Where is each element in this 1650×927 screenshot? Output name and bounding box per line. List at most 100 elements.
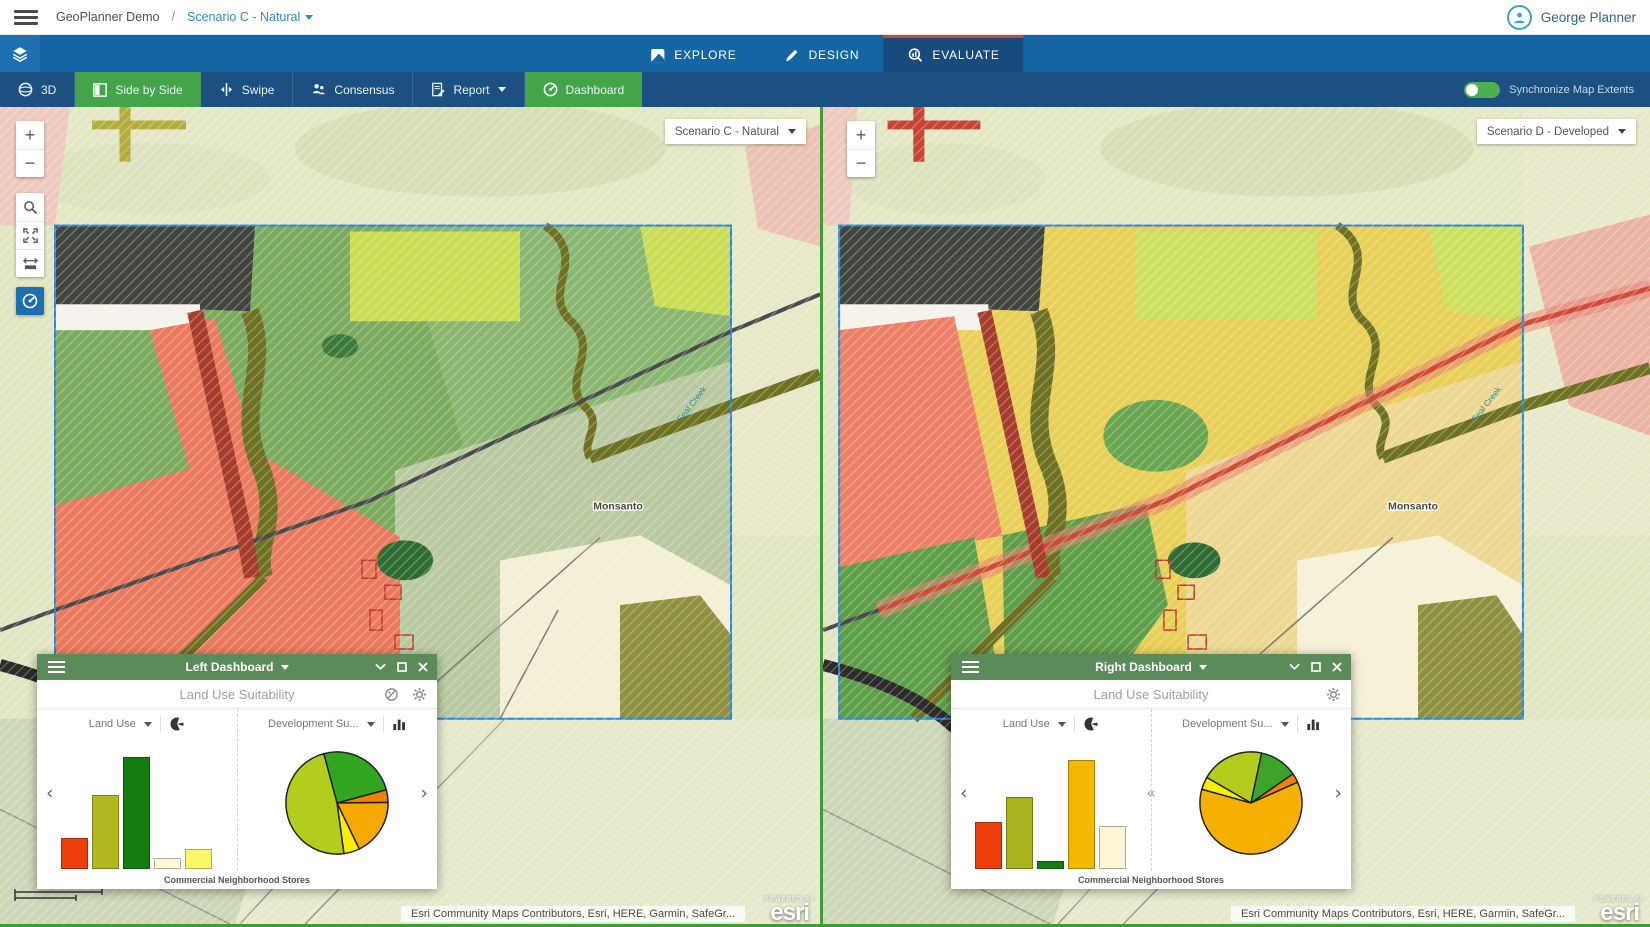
left-scenario-selector[interactable]: Scenario C - Natural	[665, 119, 806, 144]
left-zoom-controls: + −	[16, 121, 44, 177]
tab-evaluate-label: EVALUATE	[932, 48, 999, 62]
esri-wordmark: esri	[1594, 903, 1645, 923]
left-dashboard-panel: Left Dashboard Land Use Suitability	[37, 654, 437, 889]
3d-button[interactable]: 3D	[0, 72, 75, 107]
collapse-icon[interactable]	[1289, 663, 1300, 671]
dashboard-subtitle-row: Land Use Suitability	[37, 680, 437, 709]
search-button[interactable]	[16, 193, 44, 221]
bar-chart-icon[interactable]	[1306, 717, 1321, 731]
chevron-down-icon	[498, 87, 506, 92]
maximize-icon[interactable]	[1311, 662, 1321, 672]
dashboard-menu-icon[interactable]	[962, 661, 979, 673]
bar-chart-icon[interactable]	[392, 717, 407, 731]
place-label: Monsanto	[593, 502, 643, 513]
chevron-down-icon	[788, 129, 796, 134]
app-title: GeoPlanner Demo	[56, 10, 160, 24]
zoom-out-button[interactable]: −	[847, 149, 875, 177]
carousel-prev-button[interactable]: ‹	[46, 782, 54, 804]
bar-segment	[154, 858, 181, 869]
development-su-dropdown[interactable]: Development Su...	[1182, 718, 1273, 730]
zoom-in-button[interactable]: +	[16, 121, 44, 149]
right-bar-chart	[975, 757, 1126, 869]
pie-chart-icon[interactable]	[169, 716, 185, 732]
close-icon[interactable]	[418, 662, 428, 672]
dashboard-caption: Commercial Neighborhood Stores	[37, 875, 437, 885]
user-menu[interactable]: George Planner	[1507, 5, 1636, 30]
dashboard-caption: Commercial Neighborhood Stores	[951, 875, 1351, 885]
right-pie-chart	[1196, 748, 1306, 863]
dashboard-tool-button-active[interactable]	[16, 287, 44, 315]
swipe-label: Swipe	[242, 83, 275, 97]
carousel-page-indicator[interactable]: «	[1146, 784, 1155, 802]
dashboard-button[interactable]: Dashboard	[525, 72, 643, 107]
left-map-tools	[16, 193, 44, 277]
land-use-dropdown[interactable]: Land Use	[89, 718, 136, 730]
esri-wordmark: esri	[764, 903, 815, 923]
tab-evaluate[interactable]: EVALUATE	[883, 35, 1023, 72]
gear-icon[interactable]	[412, 687, 427, 702]
right-dashboard-panel: Right Dashboard Land Use Suitability	[951, 654, 1351, 889]
dashboard-menu-icon[interactable]	[48, 661, 65, 673]
left-pie-chart	[282, 748, 392, 863]
side-by-side-button[interactable]: Side by Side	[75, 72, 200, 107]
land-use-dropdown[interactable]: Land Use	[1003, 718, 1050, 730]
measure-icon	[23, 256, 38, 271]
main-menu-icon[interactable]	[14, 10, 38, 25]
left-attribution: Esri Community Maps Contributors, Esri, …	[401, 906, 745, 922]
tab-explore[interactable]: EXPLORE	[626, 35, 760, 72]
esri-logo: POWERED BY esri	[1594, 897, 1645, 923]
development-suitability-card: Development Su...	[1151, 709, 1352, 871]
report-label: Report	[453, 83, 489, 97]
chevron-down-icon	[1618, 129, 1626, 134]
development-su-dropdown[interactable]: Development Su...	[268, 718, 359, 730]
evaluate-toolbar: 3D Side by Side Swipe Consensus Report D…	[0, 72, 1650, 107]
side-by-side-maps: Monsanto Seal Creek + − Scenario C - Nat…	[0, 107, 1650, 927]
carousel-next-button[interactable]: ›	[1334, 782, 1342, 804]
breadcrumb-separator: /	[172, 10, 175, 24]
synchronize-extents-label: Synchronize Map Extents	[1509, 84, 1634, 96]
gear-icon[interactable]	[1326, 687, 1341, 702]
breadcrumb-scenario-label: Scenario C - Natural	[187, 10, 300, 24]
dashboard-subtitle: Land Use Suitability	[180, 687, 295, 702]
zoom-out-button[interactable]: −	[16, 149, 44, 177]
measure-button[interactable]	[16, 249, 44, 277]
close-icon[interactable]	[1332, 662, 1342, 672]
expand-extent-button[interactable]	[16, 221, 44, 249]
breadcrumb-scenario-dropdown[interactable]: Scenario C - Natural	[187, 10, 313, 24]
bar-segment	[1037, 861, 1064, 869]
right-map-panel[interactable]: Monsanto Seal Creek + − Scenario D - Dev…	[820, 107, 1650, 924]
right-dashboard-header[interactable]: Right Dashboard	[951, 654, 1351, 680]
synchronize-extents-toggle[interactable]	[1464, 82, 1500, 98]
mode-tabs: EXPLORE DESIGN EVALUATE	[626, 35, 1023, 72]
right-zoom-controls: + −	[847, 121, 875, 177]
bar-segment	[123, 757, 150, 869]
window-buttons	[375, 662, 428, 672]
collapse-icon[interactable]	[375, 663, 386, 671]
tab-design[interactable]: DESIGN	[761, 35, 884, 72]
maximize-icon[interactable]	[397, 662, 407, 672]
3d-label: 3D	[41, 83, 56, 97]
zoom-in-button[interactable]: +	[847, 121, 875, 149]
carousel-prev-button[interactable]: ‹	[960, 782, 968, 804]
pie-chart-icon[interactable]	[1083, 716, 1099, 732]
carousel-next-button[interactable]: ›	[420, 782, 428, 804]
swipe-button[interactable]: Swipe	[201, 72, 294, 107]
layers-button[interactable]	[0, 35, 40, 72]
report-button[interactable]: Report	[413, 72, 524, 107]
visibility-toggle-icon[interactable]	[384, 687, 399, 702]
side-by-side-icon	[93, 83, 107, 97]
user-name: George Planner	[1541, 10, 1636, 25]
chevron-down-icon	[305, 15, 313, 20]
bar-segment	[975, 822, 1002, 869]
right-dashboard-title-dropdown[interactable]: Right Dashboard	[1095, 660, 1207, 674]
chevron-down-icon	[281, 665, 289, 670]
consensus-button[interactable]: Consensus	[293, 72, 413, 107]
left-map-panel[interactable]: Monsanto Seal Creek + − Scenario C - Nat…	[0, 107, 820, 924]
dashboard-gauge-icon	[22, 293, 38, 309]
dashboard-cards: Land Use Development Su...	[37, 709, 437, 871]
right-scenario-selector[interactable]: Scenario D - Developed	[1477, 119, 1636, 144]
left-dashboard-title-dropdown[interactable]: Left Dashboard	[185, 660, 288, 674]
consensus-label: Consensus	[334, 83, 394, 97]
left-dashboard-header[interactable]: Left Dashboard	[37, 654, 437, 680]
consensus-icon	[311, 82, 326, 97]
